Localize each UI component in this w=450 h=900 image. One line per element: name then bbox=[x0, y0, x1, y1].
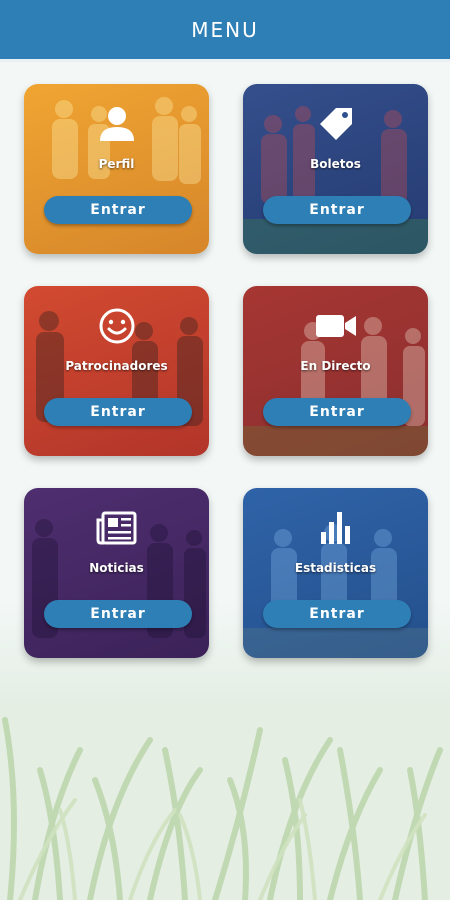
card-label: Boletos bbox=[310, 157, 361, 171]
card-boletos[interactable]: Boletos Entrar bbox=[243, 84, 428, 254]
user-icon bbox=[95, 102, 139, 146]
entrar-button[interactable]: Entrar bbox=[44, 600, 192, 628]
bar-chart-icon bbox=[314, 506, 358, 550]
entrar-button[interactable]: Entrar bbox=[263, 398, 411, 426]
card-label: En Directo bbox=[300, 359, 371, 373]
video-camera-icon bbox=[314, 304, 358, 348]
app-header: MENU bbox=[0, 0, 450, 62]
card-label: Perfil bbox=[98, 157, 135, 171]
card-en-directo[interactable]: En Directo Entrar bbox=[243, 286, 428, 456]
card-label: Patrocinadores bbox=[65, 359, 168, 373]
smiley-icon bbox=[95, 304, 139, 348]
card-perfil[interactable]: Perfil Entrar bbox=[24, 84, 209, 254]
entrar-button[interactable]: Entrar bbox=[44, 196, 192, 224]
page-title: MENU bbox=[191, 17, 259, 42]
tag-icon bbox=[314, 102, 358, 146]
entrar-button[interactable]: Entrar bbox=[263, 600, 411, 628]
card-noticias[interactable]: Noticias Entrar bbox=[24, 488, 209, 658]
card-estadisticas[interactable]: Estadisticas Entrar bbox=[243, 488, 428, 658]
entrar-button[interactable]: Entrar bbox=[263, 196, 411, 224]
card-label: Estadisticas bbox=[294, 561, 377, 575]
entrar-button[interactable]: Entrar bbox=[44, 398, 192, 426]
newspaper-icon bbox=[95, 506, 139, 550]
card-patrocinadores[interactable]: Patrocinadores Entrar bbox=[24, 286, 209, 456]
card-label: Noticias bbox=[89, 561, 144, 575]
